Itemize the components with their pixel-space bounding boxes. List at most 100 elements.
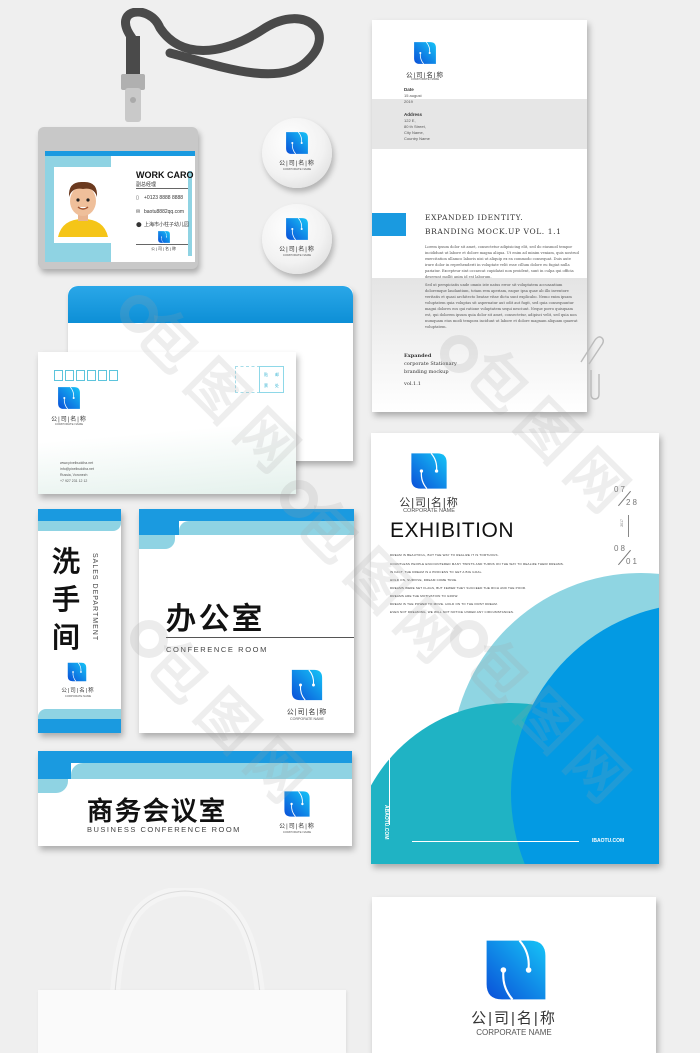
poster-year: 2017: [620, 519, 624, 527]
poster-url-vertical: ABAOTU.COM: [383, 805, 389, 840]
restroom-sign: 洗 手 间 SALES DEPARTMENT 公|司|名|称 CORPORATE…: [38, 509, 121, 733]
office-sign: 办公室 CONFERENCE ROOM 公|司|名|称 CORPORATE NA…: [139, 509, 354, 733]
tote-bag: [38, 990, 346, 1053]
letterhead-footer-vol: vol.1.1: [404, 381, 421, 387]
divider: [136, 188, 188, 189]
envelope-flap: [68, 286, 353, 323]
badge-pin: 公|司|名|称 CORPORATE NAME: [262, 204, 332, 274]
letterhead-subheading: BRANDING MOCK.UP VOL. 1.1: [425, 227, 562, 236]
sign-band: [179, 521, 354, 535]
avatar: [54, 167, 112, 243]
date-start-day: 28: [626, 498, 639, 507]
letterhead: 公|司|名|称 CORPORATE NAME Date 15 august 20…: [372, 20, 604, 412]
postcode-box: [98, 370, 107, 381]
divider: [389, 735, 390, 825]
envelope-contact-line: www.pixelbuddha.net: [60, 461, 94, 465]
id-card-address-row: ⬤ 上海市小柱子幼儿园: [136, 221, 189, 228]
sign-band: [38, 719, 121, 733]
envelope-front: 贴 邮 票 处 公|司|名|称 CORPORATE NAME www.pixel…: [38, 352, 296, 494]
letterhead-paragraph: Lorem ipsum dolor sit amet, consectetur …: [425, 245, 579, 279]
poster-body-line: DREAMS ARE THE MOTIVATION TO GROW.: [390, 594, 459, 598]
address-label: Address: [404, 112, 423, 117]
poster-body-line: IN FACT, THE DREAM IS A PROCESS TO GET A…: [390, 570, 483, 574]
location-pin-icon: ⬤: [136, 222, 142, 228]
logo-icon: [66, 661, 88, 683]
postcode-box: [54, 370, 63, 381]
letterhead-blue-tab: [372, 213, 406, 236]
stamp-char: 邮: [275, 372, 279, 377]
divider: [136, 244, 188, 245]
postcode-box: [109, 370, 118, 381]
company-name-en: CORPORATE NAME: [476, 1028, 552, 1037]
logo-icon: [282, 789, 312, 819]
id-card-email: baotu8882qq.com: [144, 209, 185, 215]
sign-band: [38, 709, 121, 719]
date-end-day: 01: [626, 557, 639, 566]
company-name-en: CORPORATE NAME: [290, 717, 324, 721]
sign-title: 办公室: [166, 603, 265, 636]
tote-bag-handle: [110, 888, 265, 994]
sign-band: [38, 521, 121, 531]
company-name-en: CORPORATE NAME: [54, 422, 84, 426]
arrow-down-icon: [628, 515, 629, 537]
sign-subtitle: BUSINESS CONFERENCE ROOM: [87, 825, 241, 834]
poster-body-line: DREAM IS BEAUTIFUL, BUT THE WAY TO REALI…: [390, 553, 499, 557]
id-card-phone: +0123 8888 8888: [144, 195, 184, 201]
sign-band: [139, 509, 354, 521]
company-name-en: CORPORATE NAME: [64, 694, 92, 698]
id-card-email-row: ✉ baotu8882qq.com: [136, 209, 184, 215]
postcode-box: [76, 370, 85, 381]
paperclip-icon: [580, 336, 604, 400]
id-card-title: WORK CARO: [136, 170, 194, 180]
logo-icon: [408, 450, 450, 492]
company-name-cn: 公|司|名|称: [279, 824, 315, 830]
poster-body-line: EVEN NOT DREAMING, WE WILL NOT NOTICE UN…: [390, 610, 515, 614]
logo-icon: [56, 385, 82, 411]
id-card-address: 上海市小柱子幼儿园: [144, 222, 190, 228]
id-card: WORK CARO 副总经理 ▯ +0123 8888 8888 ✉ baotu88…: [45, 151, 195, 262]
company-name-cn: 公|司|名|称: [61, 688, 95, 694]
company-name-en: CORPORATE NAME: [403, 508, 455, 514]
stamp-char: 贴: [264, 372, 268, 377]
sign-band: [38, 751, 352, 763]
divider: [166, 637, 354, 638]
date-end-month: 08: [614, 544, 627, 553]
poster-title: EXHIBITION: [390, 519, 515, 542]
letterhead-footer-title: Expanded: [404, 353, 432, 359]
sign-band: [139, 535, 175, 549]
divider: [412, 841, 579, 842]
sign-vertical-text: SALES DEPARTMENT: [91, 553, 98, 642]
sign-band: [139, 521, 179, 535]
postcode-box: [65, 370, 74, 381]
stamp-area: [235, 366, 260, 393]
logo-icon: [289, 667, 325, 703]
company-name-cn: 公|司|名|称: [150, 246, 178, 251]
sign-title-char: 洗: [52, 546, 81, 577]
sign-title-char: 手: [52, 584, 81, 615]
badge-pin: 公|司|名|称 CORPORATE NAME: [262, 118, 332, 188]
id-card-position: 副总经理: [136, 182, 157, 188]
date-value: 15 august 2019: [404, 93, 422, 104]
company-name-cn: 公|司|名|称: [279, 161, 315, 167]
sign-subtitle: CONFERENCE ROOM: [166, 645, 268, 654]
exhibition-poster: 公|司|名|称 CORPORATE NAME EXHIBITION DREAM …: [371, 433, 659, 864]
company-name-en: CORPORATE NAME: [410, 77, 440, 81]
date-start-month: 07: [614, 485, 627, 494]
stamp-char: 票: [264, 383, 268, 388]
stamp-box: 贴 邮 票 处: [259, 366, 284, 393]
poster-body-line: COUNTLESS PEOPLE ENCOUNTERED MANY TWISTS…: [390, 562, 564, 566]
id-card-side-bar: [188, 171, 192, 256]
company-name-cn: 公|司|名|称: [471, 1010, 557, 1027]
letterhead-heading: EXPANDED IDENTITY.: [425, 213, 524, 222]
address-line: Country Name: [404, 136, 430, 141]
mail-icon: ✉: [136, 209, 141, 215]
letterhead-paragraph: Sed ut perspiciatis unde omnis iste natu…: [425, 283, 578, 329]
letterhead-footer-line: corporate Stationary: [404, 361, 457, 367]
poster-body-line: DREAMS WERE SET FLAGS, BUT FEWER THEY SU…: [390, 586, 527, 590]
lanyard-strap: [90, 7, 330, 128]
envelope-contact-line: Russia, Voronezh: [60, 473, 88, 477]
stamp-char: 处: [275, 383, 279, 388]
logo-icon: [157, 230, 171, 244]
logo-card: 公|司|名|称 CORPORATE NAME: [372, 897, 656, 1053]
poster-url: IBAOTU.COM: [592, 838, 625, 844]
